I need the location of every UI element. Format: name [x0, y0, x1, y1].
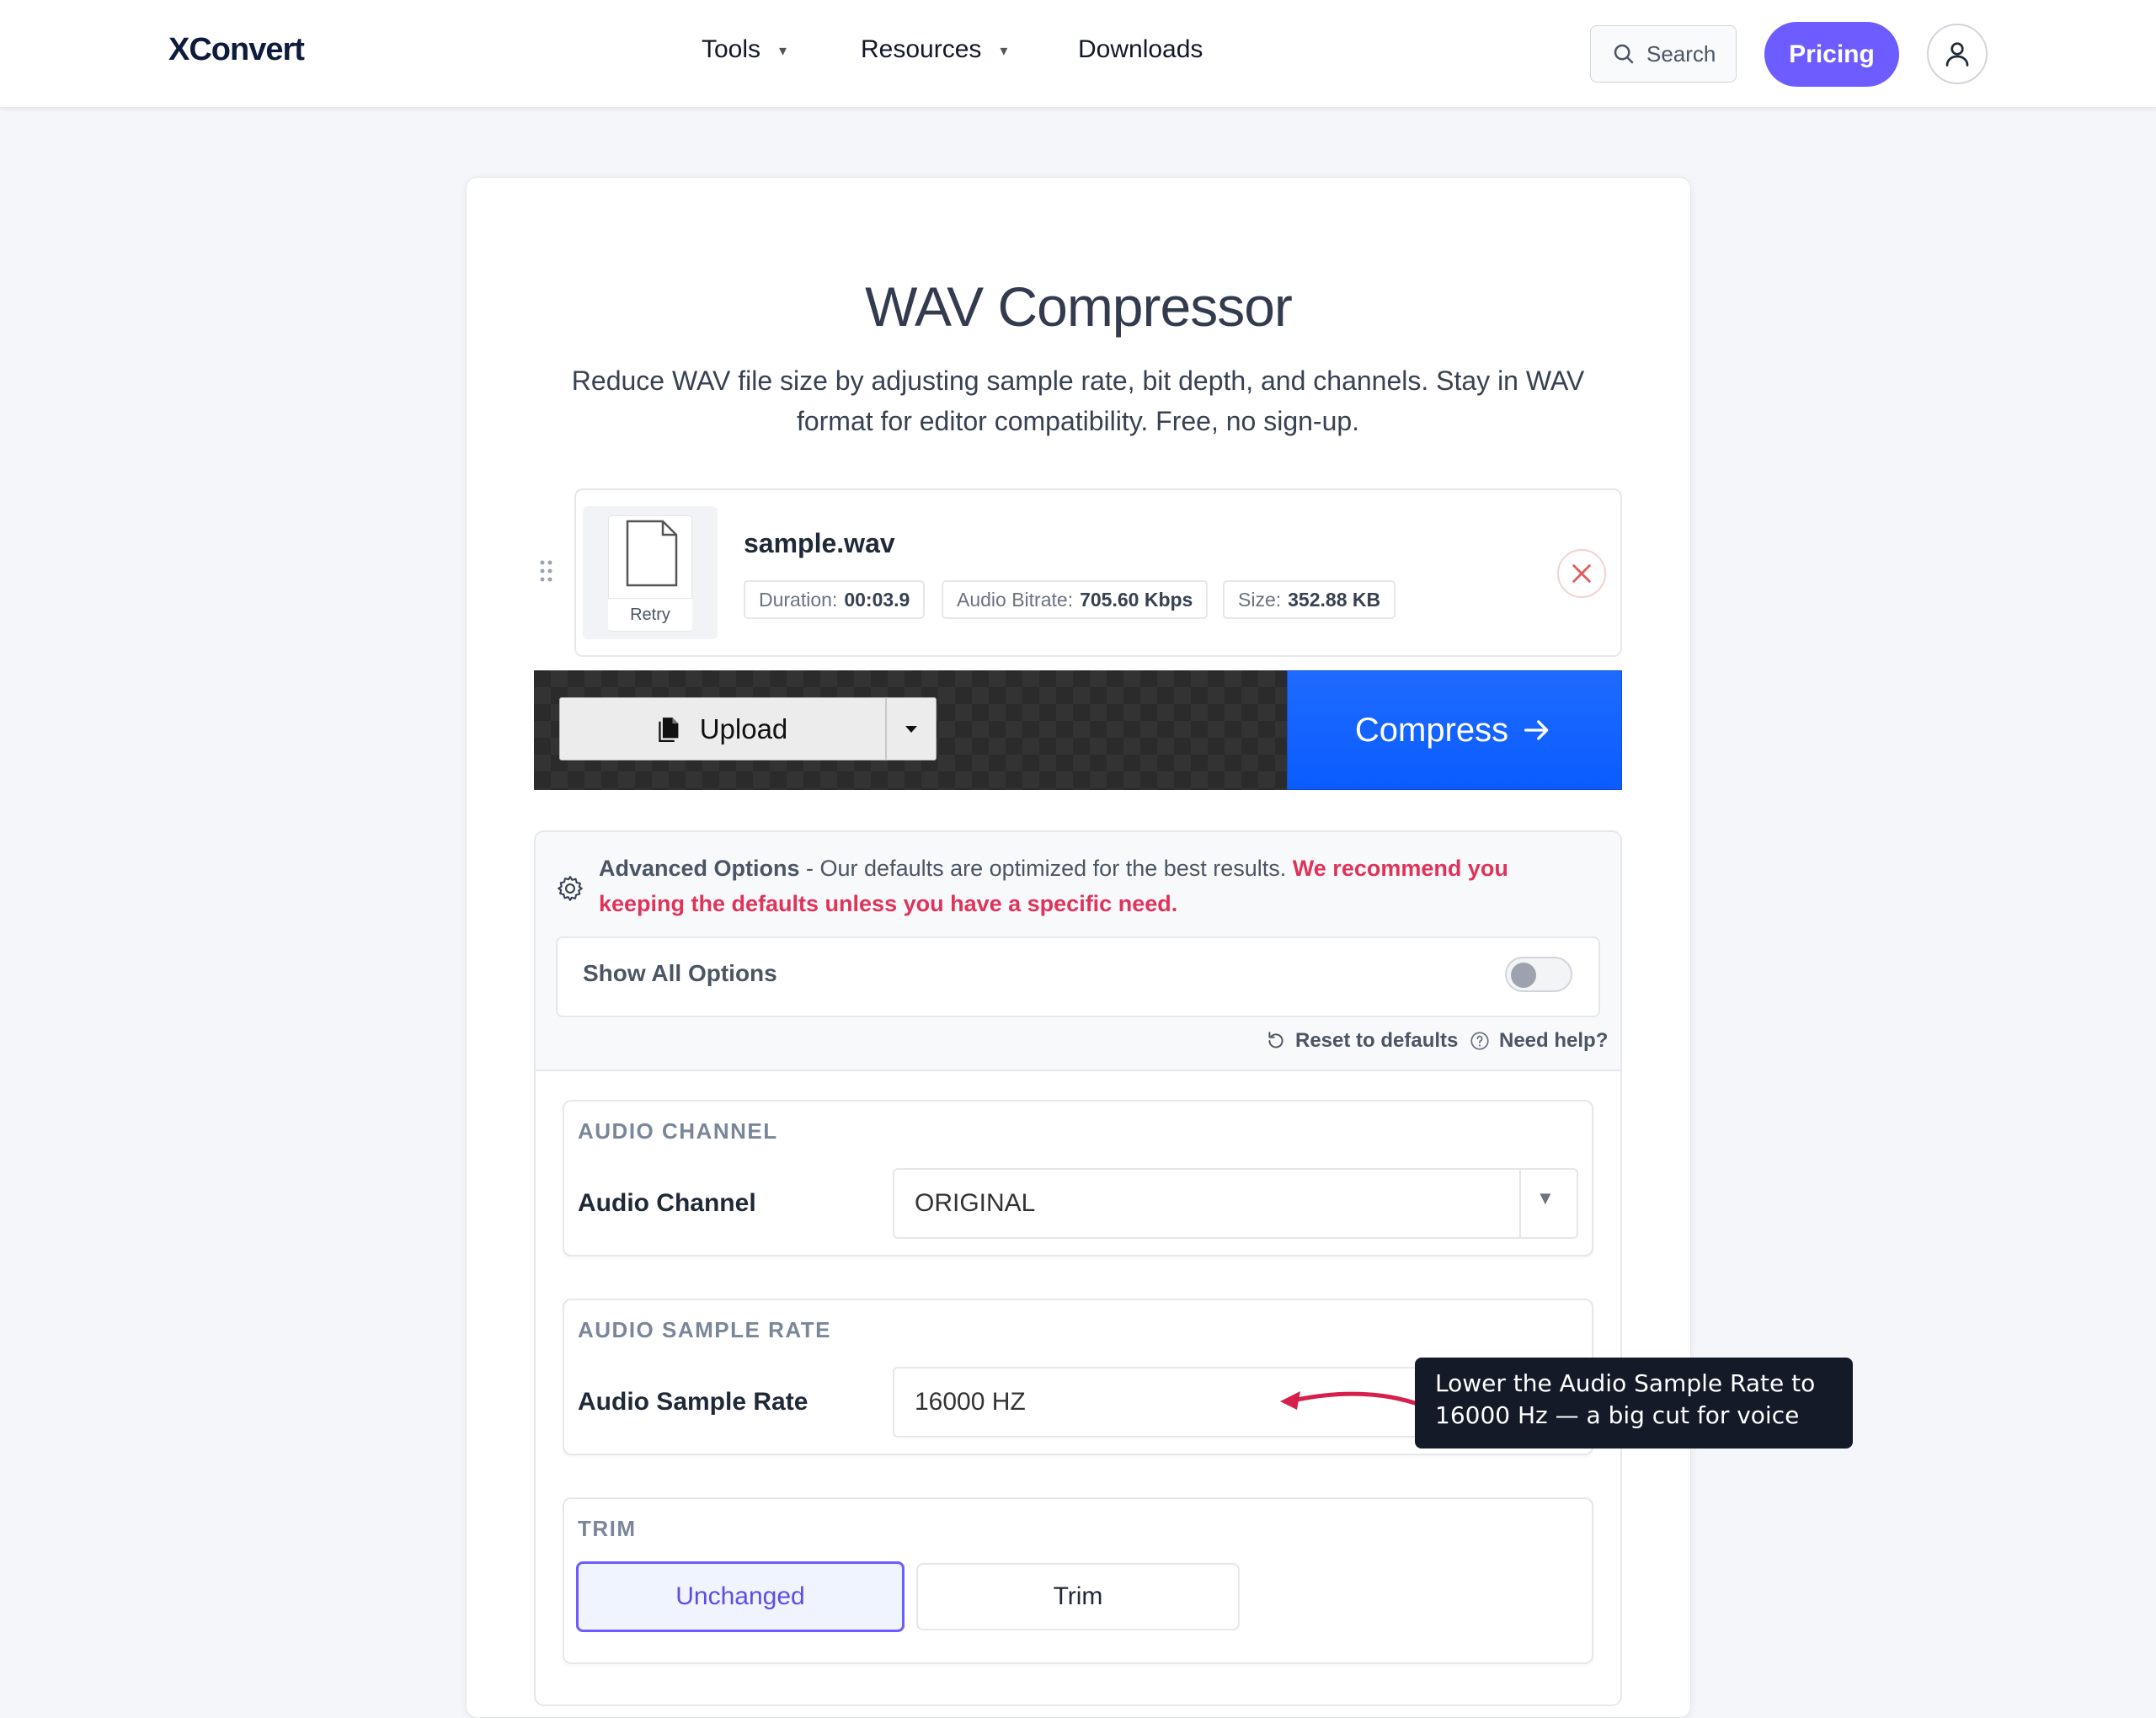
user-account-button[interactable]	[1927, 24, 1988, 84]
file-item	[574, 488, 1622, 657]
gear-icon	[555, 873, 585, 908]
file-name: sample.wav	[744, 528, 895, 558]
upload-dropdown-toggle[interactable]	[887, 724, 936, 734]
annotation-tooltip: Lower the Audio Sample Rate to 16000 Hz …	[1415, 1358, 1853, 1449]
chevron-down-icon[interactable]: ▼	[1536, 1187, 1555, 1209]
nav-resources-label: Resources	[861, 35, 982, 63]
pricing-button[interactable]: Pricing	[1764, 22, 1899, 87]
chip-key: Size:	[1238, 588, 1282, 611]
arrow-right-icon	[1524, 720, 1549, 740]
chevron-down-icon: ▾	[779, 41, 787, 59]
advanced-heading: Advanced Options	[599, 856, 800, 881]
advanced-description: - Our defaults are optimized for the bes…	[799, 856, 1293, 881]
trim-heading: TRIM	[578, 1516, 637, 1541]
chip-value: 705.60 Kbps	[1080, 588, 1193, 611]
nav-tools[interactable]: Tools ▾	[702, 35, 787, 64]
caret-down-icon	[905, 725, 917, 733]
audio-channel-select[interactable]: ORIGINAL	[893, 1168, 1578, 1239]
drag-handle-icon[interactable]	[539, 559, 556, 583]
help-icon	[1470, 1032, 1489, 1050]
help-label: Need help?	[1499, 1029, 1609, 1052]
user-icon	[1945, 42, 1969, 67]
duration-chip: Duration: 00:03.9	[744, 580, 926, 619]
remove-file-button[interactable]	[1557, 549, 1606, 598]
search-icon	[1614, 44, 1634, 64]
toggle-knob	[1511, 963, 1536, 988]
audio-channel-heading: AUDIO CHANNEL	[578, 1118, 778, 1144]
chip-value: 352.88 KB	[1288, 588, 1381, 611]
compress-label: Compress	[1354, 711, 1509, 749]
upload-label: Upload	[699, 712, 788, 744]
chevron-down-icon: ▾	[1000, 41, 1008, 59]
search-button[interactable]: Search	[1590, 25, 1737, 83]
trim-unchanged-option[interactable]: Unchanged	[576, 1561, 905, 1632]
select-divider	[1519, 1170, 1521, 1237]
search-label: Search	[1646, 40, 1716, 67]
nav-downloads-label: Downloads	[1078, 35, 1203, 63]
nav-downloads[interactable]: Downloads	[1078, 35, 1203, 64]
need-help-link[interactable]: Need help?	[1469, 1029, 1608, 1053]
file-upload-icon	[659, 717, 679, 742]
chip-key: Audio Bitrate:	[957, 588, 1074, 611]
chip-value: 00:03.9	[844, 588, 910, 611]
reset-label: Reset to defaults	[1295, 1029, 1459, 1052]
page-subtitle: Reduce WAV file size by adjusting sample…	[571, 365, 1585, 436]
close-icon	[1572, 564, 1591, 583]
annotation-arrow	[1280, 1391, 1422, 1410]
upload-button[interactable]: Upload	[559, 697, 937, 760]
audio-sample-rate-label: Audio Sample Rate	[578, 1388, 808, 1416]
chip-key: Duration:	[759, 588, 838, 611]
audio-channel-label: Audio Channel	[578, 1189, 756, 1217]
retry-button[interactable]: Retry	[608, 598, 692, 630]
site-logo[interactable]: XConvert	[168, 32, 305, 68]
bitrate-chip: Audio Bitrate: 705.60 Kbps	[942, 580, 1209, 619]
trim-option[interactable]: Trim	[916, 1563, 1240, 1630]
advanced-options-notice: Advanced Options - Our defaults are opti…	[599, 851, 1559, 921]
nav-tools-label: Tools	[702, 35, 761, 63]
audio-sample-rate-heading: AUDIO SAMPLE RATE	[578, 1317, 831, 1342]
audio-channel-value: ORIGINAL	[915, 1189, 1036, 1217]
show-all-options-label: Show All Options	[583, 960, 777, 986]
reset-defaults-link[interactable]: Reset to defaults	[1265, 1029, 1458, 1053]
compress-button[interactable]: Compress	[1287, 670, 1622, 790]
file-icon	[626, 520, 678, 587]
nav-resources[interactable]: Resources ▾	[861, 35, 1007, 64]
reset-icon	[1268, 1032, 1283, 1048]
size-chip: Size: 352.88 KB	[1223, 580, 1396, 619]
audio-sample-rate-value: 16000 HZ	[915, 1388, 1026, 1416]
page-title: WAV Compressor	[865, 275, 1293, 338]
